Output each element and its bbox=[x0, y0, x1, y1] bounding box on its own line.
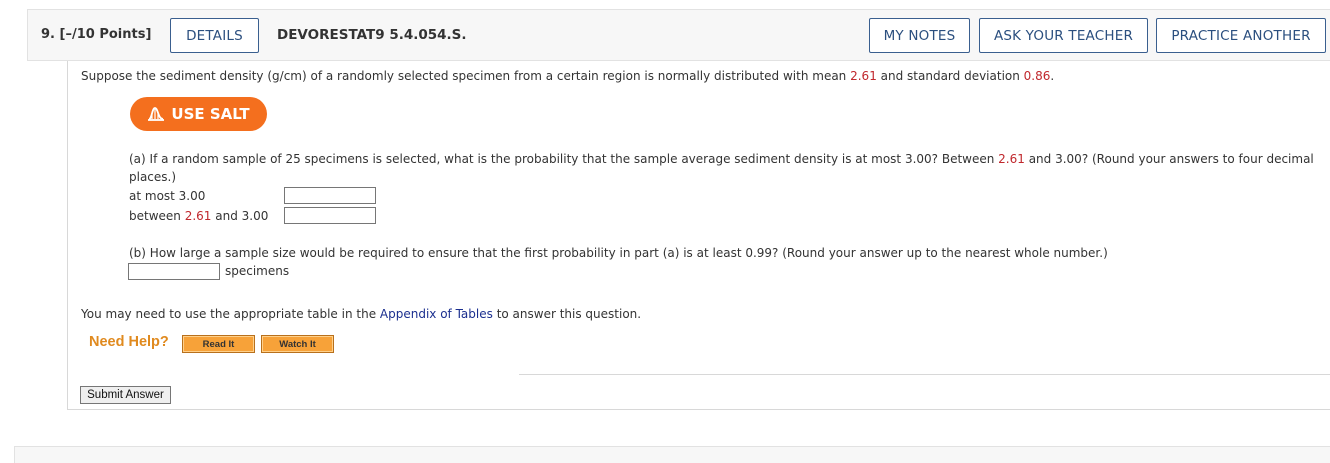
ask-your-teacher-button[interactable]: ASK YOUR TEACHER bbox=[979, 18, 1148, 53]
appendix-of-tables-link[interactable]: Appendix of Tables bbox=[380, 307, 493, 321]
at-most-label: at most 3.00 bbox=[129, 189, 206, 203]
part-a-text: (a) If a random sample of 25 specimens i… bbox=[129, 152, 999, 166]
sd-value: 0.86 bbox=[1023, 69, 1051, 83]
prompt-text: and standard deviation bbox=[876, 69, 1024, 83]
question-header: 9. [–/10 Points] DETAILS DEVORESTAT9 5.4… bbox=[27, 9, 1330, 61]
question-number: 9. [–/10 Points] bbox=[41, 27, 152, 42]
question-prompt: Suppose the sediment density (g/cm) of a… bbox=[81, 69, 1054, 83]
part-a-question: (a) If a random sample of 25 specimens i… bbox=[129, 152, 1314, 166]
question-reference: DEVORESTAT9 5.4.054.S. bbox=[277, 27, 467, 43]
watch-it-button[interactable]: Watch It bbox=[261, 335, 334, 353]
prompt-text: Suppose the sediment density (g/cm) of a… bbox=[81, 69, 851, 83]
specimens-unit: specimens bbox=[225, 264, 290, 278]
at-most-answer-input[interactable] bbox=[284, 187, 376, 204]
appendix-text: You may need to use the appropriate tabl… bbox=[81, 307, 380, 321]
appendix-text: to answer this question. bbox=[492, 307, 642, 321]
part-a-question-line-2: places.) bbox=[129, 170, 177, 184]
between-text: between bbox=[129, 209, 185, 223]
my-notes-button[interactable]: MY NOTES bbox=[869, 18, 970, 53]
part-a-text: and 3.00? (Round your answers to four de… bbox=[1024, 152, 1314, 166]
read-it-button[interactable]: Read It bbox=[182, 335, 255, 353]
use-salt-button[interactable]: USE SALT bbox=[130, 97, 267, 131]
part-a-value: 2.61 bbox=[998, 152, 1025, 166]
next-question-panel bbox=[14, 446, 1330, 463]
between-answer-input[interactable] bbox=[284, 207, 376, 224]
practice-another-button[interactable]: PRACTICE ANOTHER bbox=[1156, 18, 1326, 53]
between-text: and 3.00 bbox=[211, 209, 269, 223]
divider bbox=[519, 374, 1330, 375]
submit-answer-button[interactable]: Submit Answer bbox=[80, 386, 171, 404]
use-salt-label: USE SALT bbox=[171, 105, 250, 123]
appendix-note: You may need to use the appropriate tabl… bbox=[81, 307, 641, 321]
part-b-question: (b) How large a sample size would be req… bbox=[129, 246, 1108, 260]
salt-chart-icon bbox=[148, 107, 165, 121]
details-button[interactable]: DETAILS bbox=[170, 18, 259, 53]
need-help-label: Need Help? bbox=[89, 334, 169, 350]
mean-value: 2.61 bbox=[850, 69, 877, 83]
prompt-text: . bbox=[1050, 69, 1055, 83]
between-value: 2.61 bbox=[184, 209, 212, 223]
between-label: between 2.61 and 3.00 bbox=[129, 209, 268, 223]
sample-size-input[interactable] bbox=[128, 263, 220, 280]
